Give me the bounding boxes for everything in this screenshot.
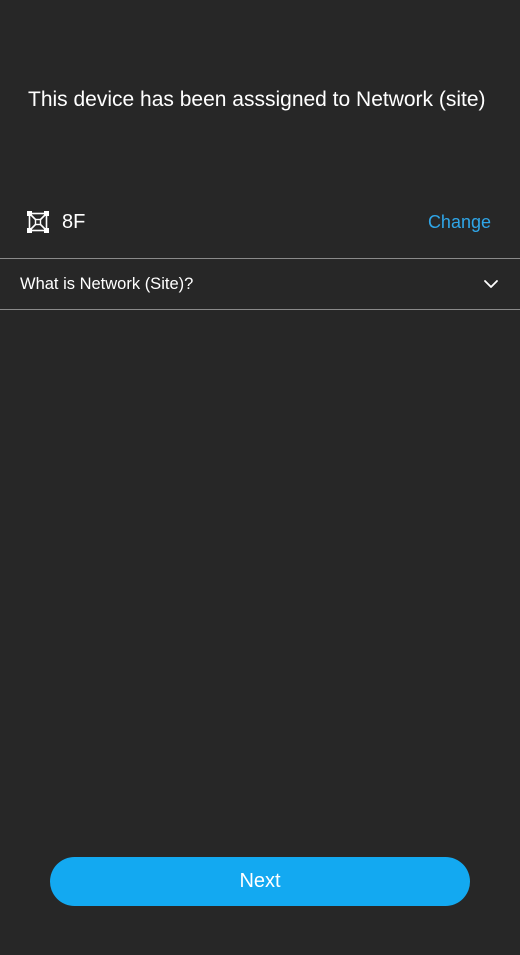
faq-question: What is Network (Site)?	[20, 275, 194, 293]
assigned-site-row: 8F Change	[0, 200, 520, 244]
site-name: 8F	[62, 211, 86, 233]
next-button[interactable]: Next	[50, 857, 470, 906]
chevron-down-icon	[483, 277, 499, 289]
network-site-faq-accordion[interactable]: What is Network (Site)?	[0, 258, 520, 310]
change-site-link[interactable]: Change	[428, 211, 491, 233]
assignment-message: This device has been asssigned to Networ…	[28, 88, 486, 111]
network-site-icon	[26, 210, 50, 234]
